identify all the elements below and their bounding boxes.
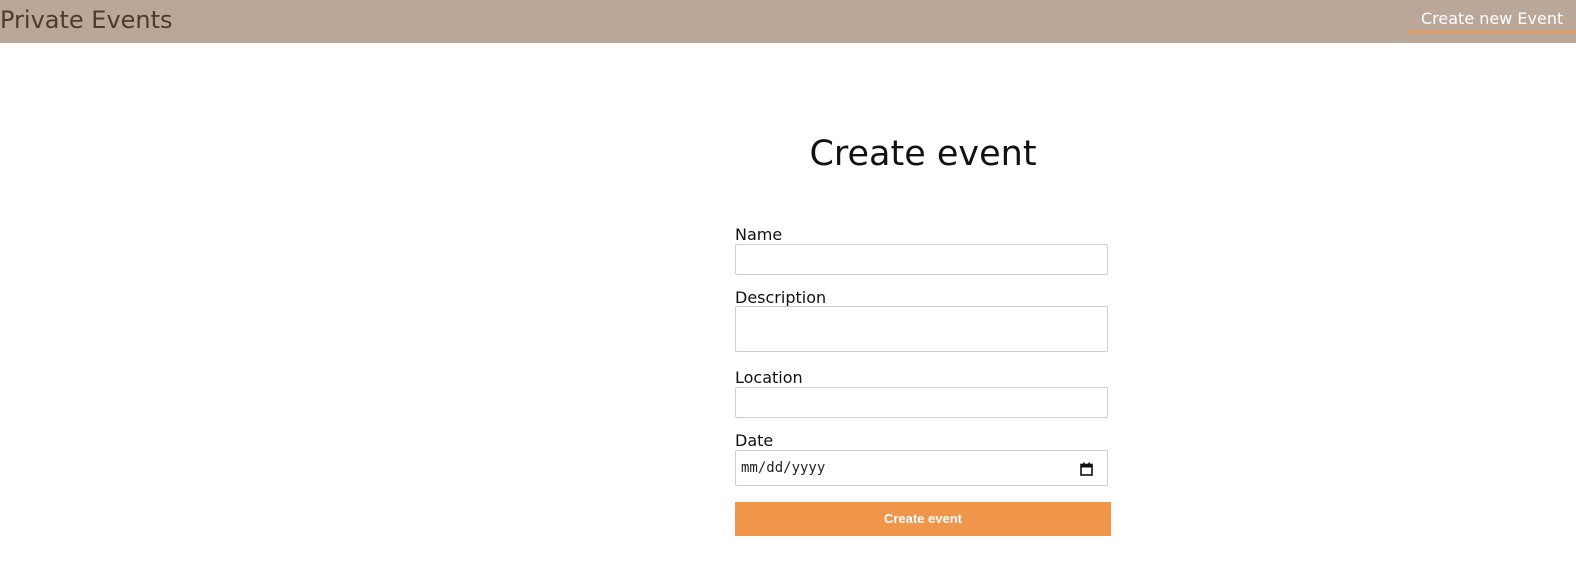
name-input[interactable] [735, 244, 1108, 275]
name-label: Name [735, 225, 783, 244]
date-input[interactable]: mm/dd/yyyy [735, 450, 1108, 486]
description-label: Description [735, 288, 827, 307]
description-textarea[interactable] [735, 306, 1108, 352]
date-label: Date [735, 431, 774, 450]
location-input[interactable] [735, 387, 1108, 418]
brand-logo-link[interactable]: Private Events [0, 5, 173, 35]
navbar: Private Events Create new Event [0, 0, 1576, 43]
calendar-icon[interactable] [1080, 461, 1093, 476]
create-event-button[interactable]: Create event [735, 502, 1111, 536]
create-new-event-link[interactable]: Create new Event [1407, 0, 1576, 33]
page-title: Create event [809, 134, 1037, 174]
date-input-value: mm/dd/yyyy [741, 460, 826, 476]
location-label: Location [735, 368, 803, 387]
